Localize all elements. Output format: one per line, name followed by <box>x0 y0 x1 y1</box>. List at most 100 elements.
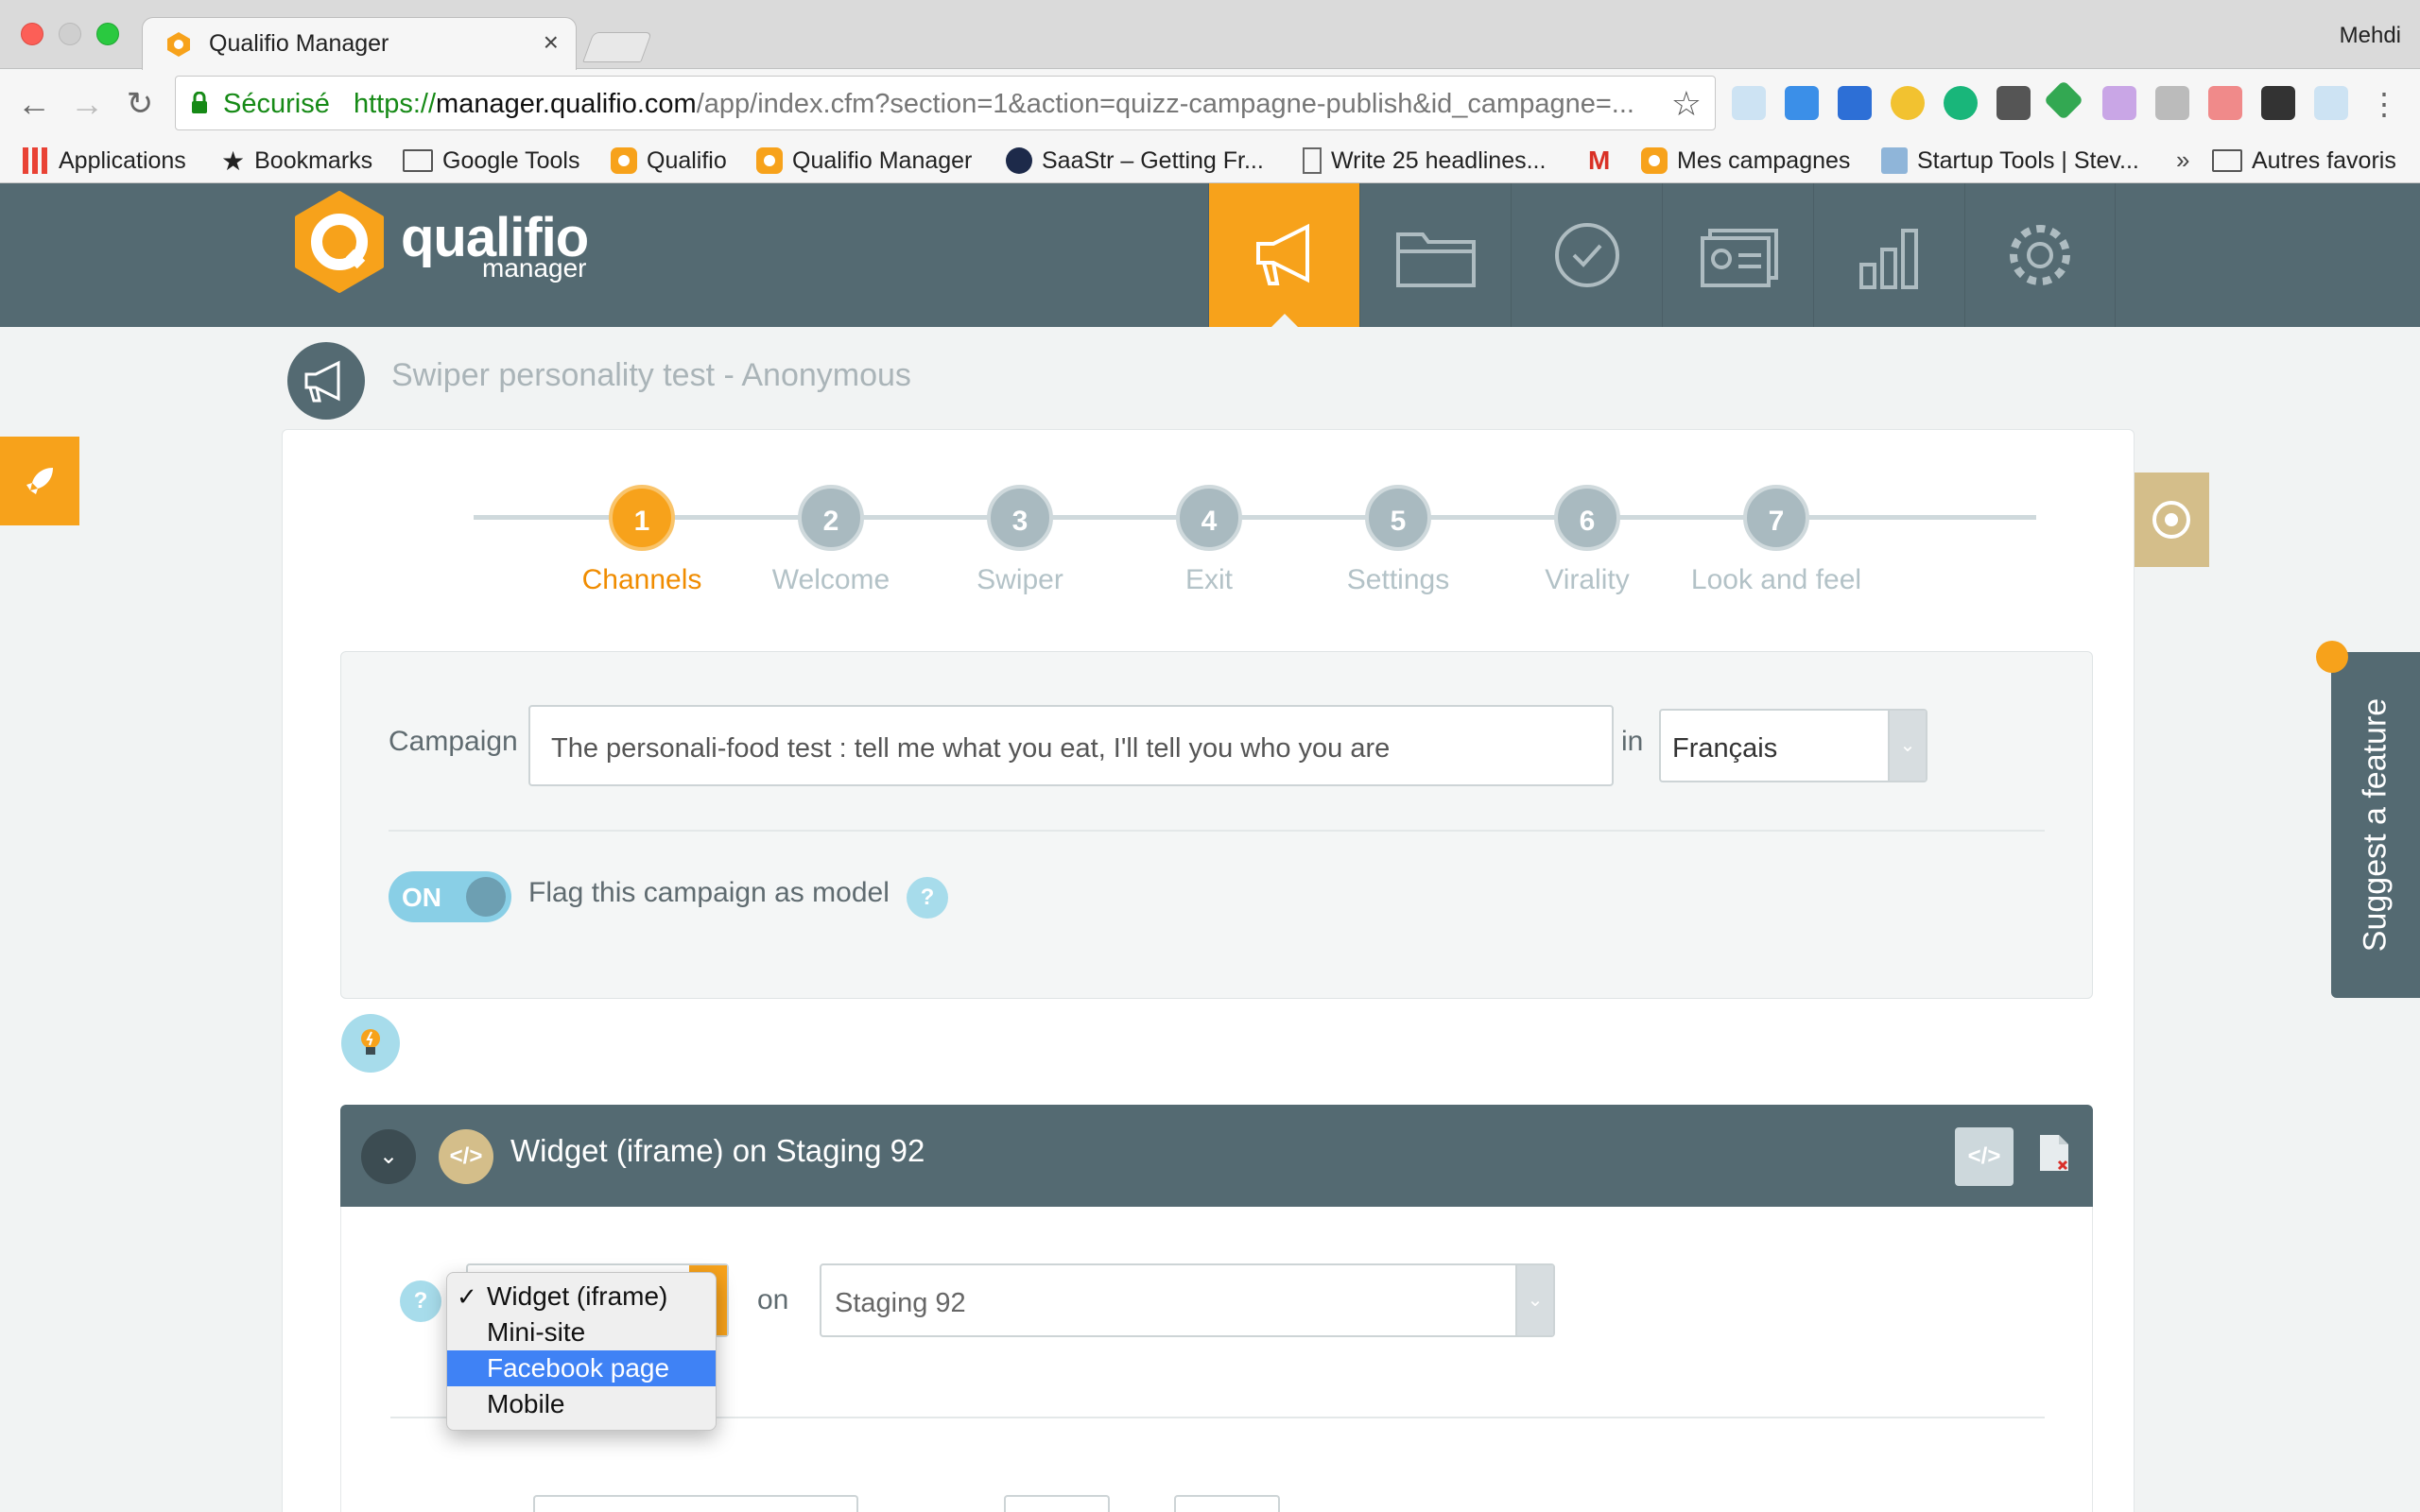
contacts-icon <box>1700 229 1778 287</box>
folder-icon <box>2212 149 2242 172</box>
gmail-icon: M <box>1588 146 1611 175</box>
step-number: 6 <box>1554 485 1620 551</box>
extension-1-icon[interactable] <box>1732 86 1766 120</box>
language-select[interactable]: Français ⌄ <box>1659 709 1927 782</box>
step-virality[interactable]: 6 Virality <box>1483 485 1691 596</box>
profile-name[interactable]: Mehdi <box>2340 23 2401 49</box>
rocket-icon <box>26 468 53 494</box>
bookmark-saastr[interactable]: SaaStr – Getting Fr... <box>1006 144 1264 178</box>
extension-9-icon[interactable] <box>2155 86 2189 120</box>
step-channels[interactable]: 1 Channels <box>538 485 746 596</box>
model-toggle[interactable]: ON <box>389 871 511 922</box>
tab-close-icon[interactable]: × <box>544 27 559 58</box>
reload-icon[interactable]: ↻ <box>119 83 161 125</box>
pocket-extension-icon[interactable] <box>1996 86 2031 120</box>
step-welcome[interactable]: 2 Welcome <box>727 485 935 596</box>
chevron-down-icon: ⌄ <box>1888 711 1926 781</box>
delete-channel-icon[interactable] <box>2038 1133 2070 1173</box>
menu-item-mini-site[interactable]: Mini-site <box>447 1314 716 1350</box>
chat-extension-icon[interactable] <box>1944 86 1978 120</box>
bookmark-startup-tools[interactable]: Startup Tools | Stev... <box>1881 144 2139 178</box>
nav-settings[interactable] <box>1964 183 2116 327</box>
browser-tab[interactable]: Qualifio Manager × <box>142 17 577 70</box>
next-row-select-a[interactable] <box>1004 1495 1110 1512</box>
page-icon <box>1303 147 1322 174</box>
preview-tab[interactable] <box>2134 472 2209 567</box>
next-row-input[interactable] <box>533 1495 858 1512</box>
bookmark-star-icon[interactable]: ☆ <box>1671 84 1702 124</box>
menu-item-facebook-page[interactable]: Facebook page <box>447 1350 716 1386</box>
launch-tab[interactable] <box>0 437 79 525</box>
apps-grid-icon <box>23 147 49 174</box>
bookmark-qualifio[interactable]: Qualifio <box>611 144 727 178</box>
menu-item-mobile[interactable]: Mobile <box>447 1386 716 1422</box>
nav-contacts[interactable] <box>1662 183 1813 327</box>
window-maximize-button[interactable] <box>96 23 119 45</box>
extension-10-icon[interactable] <box>2208 86 2242 120</box>
step-exit[interactable]: 4 Exit <box>1105 485 1313 596</box>
checkmark-icon: ✓ <box>457 1282 477 1311</box>
bookmarks-overflow-icon[interactable]: » <box>2176 146 2189 175</box>
step-label: Virality <box>1545 564 1630 595</box>
todo-extension-icon[interactable] <box>1891 86 1925 120</box>
drive-extension-icon[interactable] <box>2043 79 2084 121</box>
campaign-name-input[interactable]: The personali-food test : tell me what y… <box>528 705 1614 786</box>
step-look-and-feel[interactable]: 7 Look and feel <box>1672 485 1880 596</box>
nav-campaigns[interactable] <box>1208 183 1359 327</box>
nav-statistics[interactable] <box>1813 183 1964 327</box>
url-text[interactable]: https://manager.qualifio.com/app/index.c… <box>354 89 1639 120</box>
window-close-button[interactable] <box>21 23 43 45</box>
step-label: Exit <box>1184 564 1233 595</box>
channel-type-menu: ✓ Widget (iframe) Mini-site Facebook page… <box>446 1272 717 1431</box>
menu-kebab-icon[interactable]: ⋮ <box>2363 83 2405 125</box>
bookmark-write-headlines[interactable]: Write 25 headlines... <box>1303 144 1546 178</box>
p-extension-icon[interactable] <box>2261 86 2295 120</box>
help-icon[interactable]: ? <box>907 877 948 919</box>
back-arrow-icon[interactable]: ← <box>13 83 55 125</box>
bookmarks-bar: Applications ★ Bookmarks Google Tools Qua… <box>0 138 2420 183</box>
menu-item-widget[interactable]: ✓ Widget (iframe) <box>447 1279 716 1314</box>
quill-extension-icon[interactable] <box>2102 86 2136 120</box>
chevron-down-icon: ⌄ <box>1515 1265 1553 1335</box>
saastr-icon <box>1006 147 1032 174</box>
bookmark-google-tools[interactable]: Google Tools <box>403 144 579 178</box>
extension-12-icon[interactable] <box>2314 86 2348 120</box>
step-swiper[interactable]: 3 Swiper <box>916 485 1124 596</box>
address-bar[interactable]: Sécurisé https://manager.qualifio.com/ap… <box>175 76 1716 130</box>
step-number: 5 <box>1365 485 1431 551</box>
bookmark-gmail[interactable]: M <box>1588 144 1610 178</box>
qualifio-logo-icon[interactable] <box>293 191 386 293</box>
collapse-chevron-icon[interactable]: ⌄ <box>361 1129 416 1184</box>
step-label: Channels <box>581 564 702 595</box>
secure-label: Sécurisé <box>223 89 330 119</box>
toggle-state: ON <box>402 883 441 912</box>
bookmark-bookmarks[interactable]: ★ Bookmarks <box>221 144 372 178</box>
folder-icon <box>403 149 433 172</box>
campaign-label: Campaign <box>389 726 518 757</box>
logo-subtitle: manager <box>482 253 587 283</box>
new-tab-button[interactable] <box>582 32 652 62</box>
iq-extension-icon[interactable] <box>1785 86 1819 120</box>
bookmark-other[interactable]: Autres favoris <box>2212 144 2396 178</box>
bookmark-applications[interactable]: Applications <box>23 144 186 178</box>
embed-code-button[interactable]: </> <box>1955 1127 2014 1186</box>
on-label: on <box>757 1284 789 1315</box>
browser-tabstrip: Qualifio Manager × Mehdi <box>0 0 2420 70</box>
tip-bulb-button[interactable] <box>341 1014 400 1073</box>
check-icon <box>1554 223 1619 287</box>
step-settings[interactable]: 5 Settings <box>1294 485 1502 596</box>
startup-tools-icon <box>1881 147 1908 174</box>
window-minimize-button[interactable] <box>59 23 81 45</box>
site-select[interactable]: Staging 92 ⌄ <box>820 1263 1555 1337</box>
nav-validation[interactable] <box>1511 183 1662 327</box>
bookmark-qualifio-manager[interactable]: Qualifio Manager <box>756 144 972 178</box>
suggest-feature-tab[interactable]: Suggest a feature <box>2331 652 2420 998</box>
calendar-extension-icon[interactable] <box>1838 86 1872 120</box>
nav-library[interactable] <box>1359 183 1511 327</box>
help-icon[interactable]: ? <box>400 1280 441 1322</box>
next-row-select-b[interactable] <box>1174 1495 1280 1512</box>
in-label: in <box>1621 726 1644 757</box>
page-title: Swiper personality test - Anonymous <box>391 357 911 393</box>
bookmark-mes-campagnes[interactable]: Mes campagnes <box>1641 144 1850 178</box>
forward-arrow-icon[interactable]: → <box>66 83 108 125</box>
